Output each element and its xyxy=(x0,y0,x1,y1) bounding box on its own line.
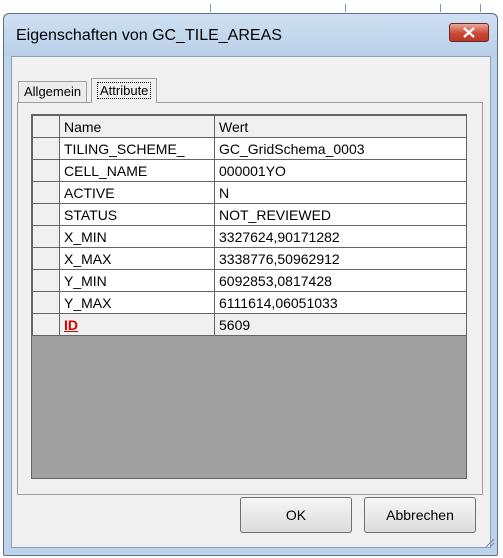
tab-label: Attribute xyxy=(97,82,152,99)
table-row[interactable]: X_MAX 3338776,50962912 xyxy=(32,247,466,270)
background-mark xyxy=(210,4,211,12)
cancel-button[interactable]: Abbrechen xyxy=(364,497,476,533)
column-header-value[interactable]: Wert xyxy=(214,115,466,138)
table-row[interactable]: ACTIVE N xyxy=(32,181,466,204)
dialog-client-area: Allgemein Attribute Name Wert TILING_SCH… xyxy=(11,56,491,548)
row-selector[interactable] xyxy=(32,225,60,248)
background-app-strip xyxy=(0,0,503,14)
tab-allgemein[interactable]: Allgemein xyxy=(18,81,88,102)
attribute-name[interactable]: STATUS xyxy=(59,203,215,226)
table-row[interactable]: X_MIN 3327624,90171282 xyxy=(32,225,466,248)
attribute-name[interactable]: TILING_SCHEME_ xyxy=(59,137,215,160)
attribute-name[interactable]: ACTIVE xyxy=(59,181,215,204)
table-row-key[interactable]: ID 5609 xyxy=(32,313,466,336)
attribute-name[interactable]: Y_MAX xyxy=(59,291,215,314)
title-bar[interactable]: Eigenschaften von GC_TILE_AREAS xyxy=(4,14,497,56)
key-field-label: ID xyxy=(64,316,78,333)
table-row[interactable]: STATUS NOT_REVIEWED xyxy=(32,203,466,226)
attribute-value[interactable]: N xyxy=(214,181,466,204)
window-title: Eigenschaften von GC_TILE_AREAS xyxy=(16,27,282,44)
attribute-value[interactable]: 5609 xyxy=(214,313,466,336)
row-selector[interactable] xyxy=(32,159,60,182)
background-mark xyxy=(345,4,346,12)
table-row[interactable]: TILING_SCHEME_ GC_GridSchema_0003 xyxy=(32,137,466,160)
column-header-name[interactable]: Name xyxy=(59,115,215,138)
tab-attribute[interactable]: Attribute xyxy=(91,78,158,103)
tab-panel-attribute: Name Wert TILING_SCHEME_ GC_GridSchema_0… xyxy=(17,102,483,495)
background-mark xyxy=(440,4,441,12)
row-selector[interactable] xyxy=(32,313,60,336)
row-selector[interactable] xyxy=(32,203,60,226)
attribute-value[interactable]: NOT_REVIEWED xyxy=(214,203,466,226)
attribute-value[interactable]: 3338776,50962912 xyxy=(214,247,466,270)
row-selector[interactable] xyxy=(32,247,60,270)
attribute-value[interactable]: 6092853,0817428 xyxy=(214,269,466,292)
properties-dialog: Eigenschaften von GC_TILE_AREAS Allgemei… xyxy=(3,13,498,556)
tab-label: Allgemein xyxy=(24,84,82,99)
resize-grip-icon[interactable] xyxy=(483,535,495,553)
table-row[interactable]: Y_MAX 6111614,06051033 xyxy=(32,291,466,314)
row-selector[interactable] xyxy=(32,269,60,292)
row-selector[interactable] xyxy=(32,291,60,314)
table-row[interactable]: Y_MIN 6092853,0817428 xyxy=(32,269,466,292)
attribute-name[interactable]: CELL_NAME xyxy=(59,159,215,182)
attribute-value[interactable]: GC_GridSchema_0003 xyxy=(214,137,466,160)
attribute-grid[interactable]: Name Wert TILING_SCHEME_ GC_GridSchema_0… xyxy=(31,114,467,479)
attribute-name-key[interactable]: ID xyxy=(59,313,215,336)
close-button[interactable] xyxy=(449,23,489,42)
attribute-name[interactable]: Y_MIN xyxy=(59,269,215,292)
attribute-name[interactable]: X_MAX xyxy=(59,247,215,270)
row-selector-header[interactable] xyxy=(32,115,60,138)
row-selector[interactable] xyxy=(32,181,60,204)
ok-button[interactable]: OK xyxy=(240,497,352,533)
table-row[interactable]: CELL_NAME 000001YO xyxy=(32,159,466,182)
attribute-value[interactable]: 3327624,90171282 xyxy=(214,225,466,248)
row-selector[interactable] xyxy=(32,137,60,160)
attribute-value[interactable]: 6111614,06051033 xyxy=(214,291,466,314)
background-mark xyxy=(480,4,481,12)
attribute-name[interactable]: X_MIN xyxy=(59,225,215,248)
attribute-value[interactable]: 000001YO xyxy=(214,159,466,182)
grid-header-row: Name Wert xyxy=(32,115,466,138)
